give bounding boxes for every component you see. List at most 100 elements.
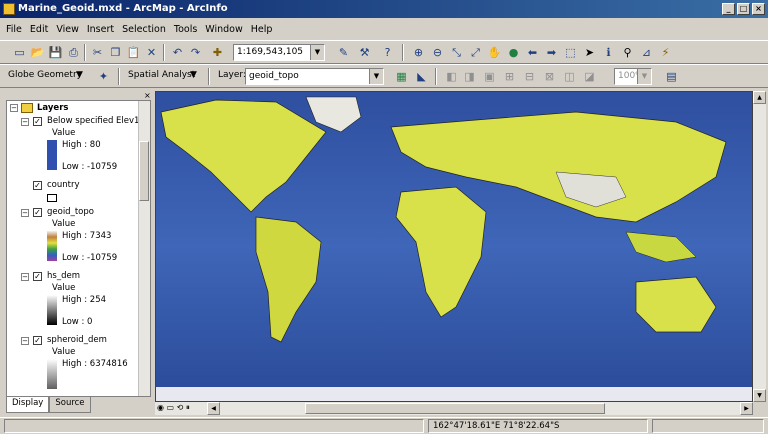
fixed-zoom-out-icon[interactable]: ⤢ bbox=[468, 45, 483, 60]
analysis-toolbar: Globe Geometry ▼ ✦ Spatial Analyst ▼ Lay… bbox=[0, 64, 768, 88]
scroll-up-icon[interactable]: ▲ bbox=[753, 91, 766, 104]
toc-pane: − Layers − ✓ Below specified Elev1 Value… bbox=[6, 100, 151, 397]
legend-symbol bbox=[47, 194, 57, 202]
select-features-icon[interactable]: ⬚ bbox=[563, 45, 578, 60]
collapse-icon[interactable]: − bbox=[21, 337, 29, 345]
forward-extent-icon[interactable]: ➡ bbox=[544, 45, 559, 60]
menu-help[interactable]: Help bbox=[251, 24, 273, 35]
layer-checkbox[interactable]: ✓ bbox=[33, 181, 42, 190]
maximize-button[interactable]: □ bbox=[737, 3, 750, 15]
toc-scrollbar[interactable] bbox=[138, 101, 150, 396]
open-icon[interactable]: 📂 bbox=[30, 45, 45, 60]
layer-name[interactable]: hs_dem bbox=[47, 271, 80, 281]
zoom-out-icon[interactable]: ⊖ bbox=[430, 45, 445, 60]
data-view-icon[interactable]: ◉ ▭ ⟲ ⏸ bbox=[157, 403, 190, 413]
collapse-icon[interactable]: − bbox=[21, 118, 29, 126]
full-extent-icon[interactable]: ● bbox=[506, 45, 521, 60]
scroll-thumb[interactable] bbox=[139, 141, 149, 201]
menu-tools[interactable]: Tools bbox=[174, 24, 197, 35]
chevron-down-icon[interactable]: ▼ bbox=[637, 69, 651, 84]
world-map[interactable] bbox=[156, 92, 752, 401]
menu-selection[interactable]: Selection bbox=[122, 24, 166, 35]
save-icon[interactable]: 💾 bbox=[48, 45, 63, 60]
zoom-combo[interactable]: 100% ▼ bbox=[614, 68, 652, 85]
menu-view[interactable]: View bbox=[56, 24, 79, 35]
collapse-icon[interactable]: − bbox=[10, 104, 18, 112]
layer-checkbox[interactable]: ✓ bbox=[33, 336, 42, 345]
layout-icon[interactable]: ▤ bbox=[664, 69, 679, 84]
layer-combo[interactable]: geoid_topo ▼ bbox=[245, 68, 384, 85]
ungroup-icon[interactable]: ⊞ bbox=[502, 69, 517, 84]
contour-icon[interactable]: ◣ bbox=[414, 69, 429, 84]
legend-value-label: Value bbox=[52, 347, 76, 357]
close-button[interactable]: × bbox=[752, 3, 765, 15]
back-extent-icon[interactable]: ⬅ bbox=[525, 45, 540, 60]
delete-icon[interactable]: ✕ bbox=[144, 45, 159, 60]
layer-name[interactable]: country bbox=[47, 180, 80, 190]
new-icon[interactable]: ▭ bbox=[12, 45, 27, 60]
layer-name[interactable]: geoid_topo bbox=[47, 207, 94, 217]
hyperlink-icon[interactable]: ⚡ bbox=[658, 45, 673, 60]
pan-icon[interactable]: ✋ bbox=[487, 45, 502, 60]
chevron-down-icon[interactable]: ▼ bbox=[76, 70, 83, 80]
layer-checkbox[interactable]: ✓ bbox=[33, 117, 42, 126]
bring-forward-icon[interactable]: ◧ bbox=[444, 69, 459, 84]
globe-tool-icon[interactable]: ✦ bbox=[96, 69, 111, 84]
minimize-button[interactable]: _ bbox=[722, 3, 735, 15]
zoom-in-icon[interactable]: ⊕ bbox=[411, 45, 426, 60]
send-back-icon[interactable]: ◨ bbox=[462, 69, 477, 84]
histogram-icon[interactable]: ▦ bbox=[394, 69, 409, 84]
identify-icon[interactable]: ℹ bbox=[601, 45, 616, 60]
layer-checkbox[interactable]: ✓ bbox=[33, 272, 42, 281]
legend-ramp bbox=[47, 295, 57, 325]
collapse-icon[interactable]: − bbox=[21, 209, 29, 217]
status-extra bbox=[652, 419, 764, 433]
layer-name[interactable]: spheroid_dem bbox=[47, 335, 107, 345]
find-icon[interactable]: ⚲ bbox=[620, 45, 635, 60]
scale-combo[interactable]: 1:169,543,105 ▼ bbox=[233, 44, 325, 61]
print-icon[interactable]: ⎙ bbox=[66, 45, 81, 60]
layer-name[interactable]: Below specified Elev1 bbox=[47, 116, 139, 126]
chevron-down-icon[interactable]: ▼ bbox=[190, 70, 197, 80]
scroll-down-icon[interactable]: ▼ bbox=[753, 389, 766, 402]
layer-checkbox[interactable]: ✓ bbox=[33, 208, 42, 217]
arctoolbox-icon[interactable]: ⚒ bbox=[357, 45, 372, 60]
fixed-zoom-in-icon[interactable]: ⤡ bbox=[449, 45, 464, 60]
legend-high: High : 6374816 bbox=[62, 359, 128, 369]
scale-value: 1:169,543,105 bbox=[237, 47, 304, 57]
menu-window[interactable]: Window bbox=[205, 24, 242, 35]
map-vertical-scrollbar[interactable]: ▲ ▼ bbox=[753, 91, 766, 402]
align-icon[interactable]: ⊟ bbox=[522, 69, 537, 84]
cut-icon[interactable]: ✂ bbox=[90, 45, 105, 60]
whats-this-icon[interactable]: ? bbox=[380, 45, 395, 60]
scroll-thumb[interactable] bbox=[305, 403, 605, 414]
close-icon[interactable]: × bbox=[144, 91, 151, 100]
distribute-icon[interactable]: ⊠ bbox=[542, 69, 557, 84]
rotate-icon[interactable]: ◫ bbox=[562, 69, 577, 84]
redo-icon[interactable]: ↷ bbox=[188, 45, 203, 60]
globe-geometry-menu[interactable]: Globe Geometry bbox=[8, 70, 82, 80]
coordinate-readout: 162°47'18.61"E 71°8'22.64"S bbox=[428, 419, 648, 433]
chevron-down-icon[interactable]: ▼ bbox=[310, 45, 324, 60]
undo-icon[interactable]: ↶ bbox=[170, 45, 185, 60]
collapse-icon[interactable]: − bbox=[21, 273, 29, 281]
editor-icon[interactable]: ✎ bbox=[336, 45, 351, 60]
tab-source[interactable]: Source bbox=[49, 397, 91, 413]
map-horizontal-scrollbar[interactable]: ◉ ▭ ⟲ ⏸ ◀ ▶ bbox=[155, 402, 753, 415]
copy-icon[interactable]: ❐ bbox=[108, 45, 123, 60]
menu-file[interactable]: File bbox=[6, 24, 22, 35]
scroll-left-icon[interactable]: ◀ bbox=[207, 402, 220, 415]
menu-edit[interactable]: Edit bbox=[30, 24, 48, 35]
select-elements-icon[interactable]: ➤ bbox=[582, 45, 597, 60]
measure-icon[interactable]: ⊿ bbox=[639, 45, 654, 60]
menu-insert[interactable]: Insert bbox=[87, 24, 114, 35]
tab-display[interactable]: Display bbox=[6, 397, 50, 413]
map-view[interactable] bbox=[155, 91, 753, 402]
group-icon[interactable]: ▣ bbox=[482, 69, 497, 84]
add-data-icon[interactable]: ✚ bbox=[210, 45, 225, 60]
spatial-analyst-menu[interactable]: Spatial Analyst bbox=[128, 70, 195, 80]
paste-icon[interactable]: 📋 bbox=[126, 45, 141, 60]
scroll-right-icon[interactable]: ▶ bbox=[740, 402, 753, 415]
chevron-down-icon[interactable]: ▼ bbox=[369, 69, 383, 84]
flip-icon[interactable]: ◪ bbox=[582, 69, 597, 84]
